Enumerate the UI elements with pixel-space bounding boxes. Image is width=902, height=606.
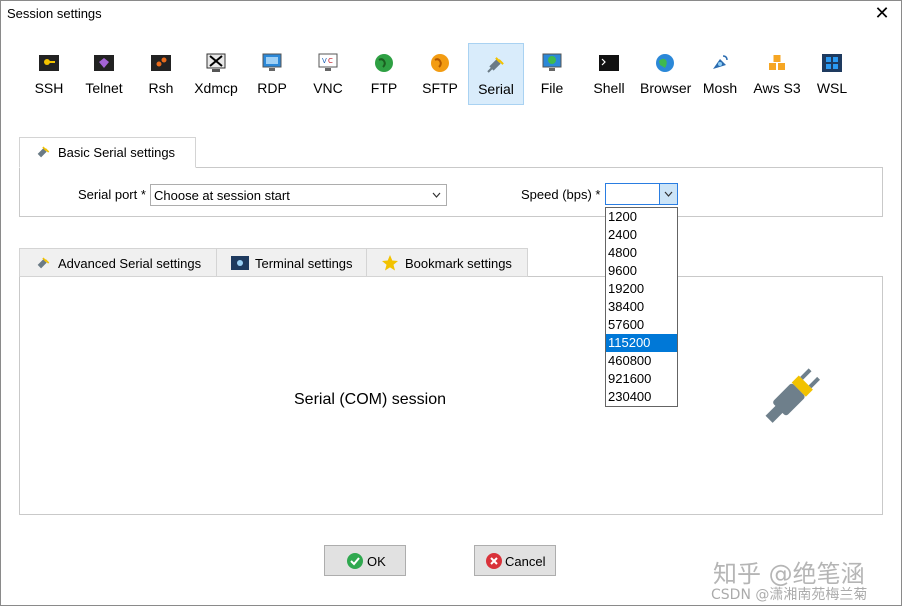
telnet-icon	[94, 55, 114, 71]
speed-option[interactable]: 230400	[606, 388, 677, 406]
key-icon	[39, 55, 59, 71]
tool-label: Mosh	[702, 80, 738, 96]
checkmark-icon	[347, 553, 363, 569]
close-icon[interactable]: ✕	[873, 4, 891, 22]
tool-serial[interactable]: Serial	[468, 43, 524, 105]
tool-label: File	[540, 80, 564, 96]
plug-icon	[37, 146, 50, 158]
speed-option[interactable]: 57600	[606, 316, 677, 334]
basic-settings-panel	[19, 167, 883, 217]
tab-advanced-serial-settings[interactable]: Advanced Serial settings	[19, 248, 217, 277]
tool-label: Shell	[593, 80, 625, 96]
cancel-x-icon	[486, 553, 502, 569]
star-icon	[382, 255, 398, 271]
plug-icon	[37, 257, 50, 269]
speed-dropdown-button[interactable]	[659, 184, 677, 204]
tool-label: WSL	[816, 80, 848, 96]
watermark-csdn: CSDN @潇湘南苑梅兰菊	[711, 587, 868, 603]
tool-xdmcp[interactable]: Xdmcp	[192, 43, 240, 105]
rdp-monitor-icon	[262, 53, 282, 71]
tab-label: Terminal settings	[255, 256, 353, 271]
tool-file[interactable]: File	[532, 43, 572, 105]
tool-label: Aws S3	[753, 80, 801, 96]
title-bar: Session settings ✕	[1, 1, 901, 27]
ok-label: OK	[367, 554, 386, 569]
tool-telnet[interactable]: Telnet	[81, 43, 127, 105]
terminal-icon	[599, 55, 619, 71]
speed-option[interactable]: 19200	[606, 280, 677, 298]
rsh-icon	[151, 55, 171, 71]
vnc-monitor-icon: VC	[318, 53, 338, 71]
tab-basic-serial-settings[interactable]: Basic Serial settings	[19, 137, 196, 168]
speed-dropdown-list: 1200 2400 4800 9600 19200 38400 57600 11…	[605, 207, 678, 407]
svg-text:V: V	[322, 57, 327, 65]
session-description: Serial (COM) session	[294, 391, 447, 408]
chevron-down-icon	[664, 191, 673, 197]
chevron-down-icon	[432, 192, 441, 198]
speed-label: Speed (bps) *	[521, 187, 601, 202]
file-monitor-icon	[542, 53, 562, 71]
plug-icon	[487, 57, 504, 73]
svg-text:C: C	[328, 57, 333, 65]
terminal-settings-icon	[231, 256, 249, 270]
tool-label: FTP	[370, 80, 398, 96]
speed-select[interactable]	[605, 183, 678, 205]
tab-label: Bookmark settings	[405, 256, 512, 271]
cancel-button[interactable]: Cancel	[474, 545, 556, 576]
tool-wsl[interactable]: WSL	[812, 43, 852, 105]
tab-label: Basic Serial settings	[58, 145, 176, 160]
tool-vnc[interactable]: VC VNC	[308, 43, 348, 105]
tool-label: Serial	[478, 81, 514, 97]
speed-option[interactable]: 4800	[606, 244, 677, 262]
serial-plug-illustration-icon	[765, 368, 820, 423]
sftp-globe-icon	[431, 54, 449, 72]
tool-label: SSH	[34, 80, 64, 96]
xdmcp-icon	[206, 53, 226, 72]
tool-ssh[interactable]: SSH	[29, 43, 69, 105]
ok-button[interactable]: OK	[324, 545, 406, 576]
tool-label: SFTP	[422, 80, 458, 96]
tool-label: Xdmcp	[194, 80, 238, 96]
tab-label: Advanced Serial settings	[58, 256, 202, 271]
speed-option[interactable]: 921600	[606, 370, 677, 388]
globe-icon	[656, 54, 674, 72]
tool-label: Telnet	[85, 80, 123, 96]
speed-option[interactable]: 1200	[606, 208, 677, 226]
aws-boxes-icon	[769, 55, 785, 70]
speed-option[interactable]: 9600	[606, 262, 677, 280]
tool-browser[interactable]: Browser	[640, 43, 692, 105]
serial-port-value: Choose at session start	[154, 188, 290, 203]
tool-sftp[interactable]: SFTP	[419, 43, 461, 105]
window-title: Session settings	[7, 6, 102, 21]
tool-aws-s3[interactable]: Aws S3	[750, 43, 804, 105]
tool-mosh[interactable]: Mosh	[700, 43, 740, 105]
tool-rsh[interactable]: Rsh	[141, 43, 181, 105]
tool-ftp[interactable]: FTP	[364, 43, 404, 105]
tool-shell[interactable]: Shell	[588, 43, 630, 105]
serial-port-select[interactable]: Choose at session start	[150, 184, 447, 206]
ftp-globe-icon	[375, 54, 393, 72]
satellite-icon	[713, 55, 728, 69]
speed-option[interactable]: 38400	[606, 298, 677, 316]
tool-rdp[interactable]: RDP	[252, 43, 292, 105]
speed-option[interactable]: 2400	[606, 226, 677, 244]
tool-label: VNC	[313, 80, 343, 96]
serial-port-label: Serial port *	[78, 187, 146, 202]
tool-label: Rsh	[148, 80, 174, 96]
session-settings-dialog: Session settings ✕ SSH Telnet Rsh Xdmcp …	[0, 0, 902, 606]
tool-label: Browser	[640, 80, 692, 96]
tab-terminal-settings[interactable]: Terminal settings	[216, 248, 367, 277]
tab-bookmark-settings[interactable]: Bookmark settings	[366, 248, 528, 277]
speed-option[interactable]: 460800	[606, 352, 677, 370]
tool-label: RDP	[257, 80, 287, 96]
speed-option-selected[interactable]: 115200	[606, 334, 677, 352]
windows-icon	[822, 54, 842, 72]
cancel-label: Cancel	[505, 554, 546, 569]
